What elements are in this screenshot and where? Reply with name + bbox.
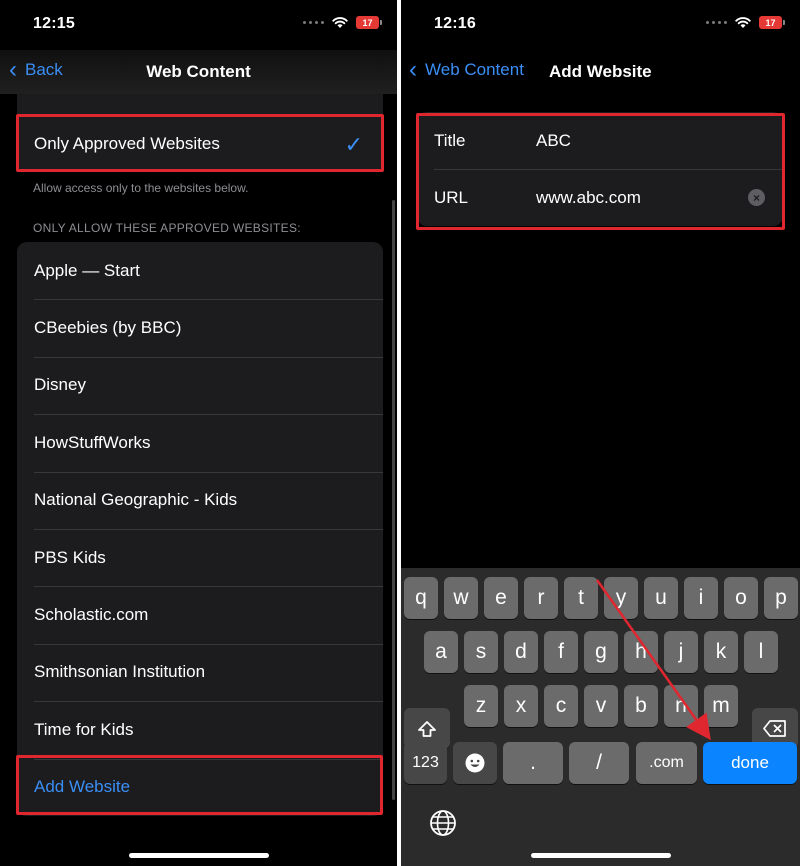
key-q[interactable]: q <box>404 577 438 619</box>
battery-icon: 17 <box>356 16 382 29</box>
website-item[interactable]: Scholastic.com <box>17 586 383 643</box>
website-item[interactable]: Disney <box>17 356 383 414</box>
left-screenshot: 12:15 17 ‹ Back Web Content Only Approve… <box>0 0 397 866</box>
back-label: Web Content <box>425 60 524 79</box>
key-r[interactable]: r <box>524 577 558 619</box>
status-bar: 12:16 17 <box>401 0 800 50</box>
chevron-left-icon: ‹ <box>409 56 417 83</box>
key-h[interactable]: h <box>624 631 658 673</box>
highlight-box <box>16 755 383 815</box>
page-title: Web Content <box>146 62 251 81</box>
key-e[interactable]: e <box>484 577 518 619</box>
back-button[interactable]: ‹ Web Content <box>409 56 524 83</box>
website-label: PBS Kids <box>34 547 106 567</box>
key-d[interactable]: d <box>504 631 538 673</box>
key-w[interactable]: w <box>444 577 478 619</box>
wifi-icon <box>735 16 751 28</box>
key-x[interactable]: x <box>504 685 538 727</box>
status-time: 12:15 <box>33 15 75 32</box>
website-label: National Geographic - Kids <box>34 490 238 510</box>
dot-key[interactable]: . <box>503 742 563 784</box>
key-s[interactable]: s <box>464 631 498 673</box>
slash-key[interactable]: / <box>569 742 629 784</box>
home-indicator <box>128 853 269 858</box>
key-f[interactable]: f <box>544 631 578 673</box>
key-c[interactable]: c <box>544 685 578 727</box>
battery-icon: 17 <box>759 16 785 29</box>
website-item[interactable]: HowStuffWorks <box>17 414 383 471</box>
footnote: Allow access only to the websites below. <box>33 181 249 195</box>
key-b[interactable]: b <box>624 685 658 727</box>
home-indicator <box>530 853 671 858</box>
key-p[interactable]: p <box>764 577 798 619</box>
website-label: CBeebies (by BBC) <box>34 318 182 338</box>
key-n[interactable]: n <box>664 685 698 727</box>
website-label: Scholastic.com <box>34 605 149 625</box>
approved-websites-list: Apple — Start CBeebies (by BBC) Disney H… <box>17 242 383 816</box>
highlight-box <box>416 113 785 230</box>
done-key[interactable]: done <box>703 742 797 784</box>
delete-icon <box>763 720 786 737</box>
website-label: Apple — Start <box>34 260 140 280</box>
section-header: ONLY ALLOW THESE APPROVED WEBSITES: <box>33 221 301 235</box>
key-v[interactable]: v <box>584 685 618 727</box>
key-z[interactable]: z <box>464 685 498 727</box>
shift-icon <box>418 720 436 737</box>
website-label: Smithsonian Institution <box>34 662 206 682</box>
key-o[interactable]: o <box>724 577 758 619</box>
website-item[interactable]: Time for Kids <box>17 701 383 758</box>
dotcom-key[interactable]: .com <box>636 742 697 784</box>
scroll-indicator[interactable] <box>392 200 395 800</box>
website-item[interactable]: Smithsonian Institution <box>17 643 383 701</box>
page-title: Add Website <box>549 62 652 81</box>
wifi-icon <box>332 16 348 28</box>
website-label: Disney <box>34 375 86 395</box>
key-a[interactable]: a <box>424 631 458 673</box>
emoji-icon <box>465 753 485 773</box>
keyboard: qwertyuiop asdfghjkl zxcvbnm 123 . / .co… <box>401 568 800 866</box>
highlight-box <box>16 114 384 172</box>
status-bar: 12:15 17 <box>0 0 397 50</box>
navigation-bar: ‹ Back Web Content <box>0 50 397 94</box>
status-time: 12:16 <box>434 15 476 32</box>
numbers-key[interactable]: 123 <box>404 742 447 784</box>
globe-icon[interactable] <box>428 808 458 838</box>
website-item[interactable]: National Geographic - Kids <box>17 471 383 529</box>
key-y[interactable]: y <box>604 577 638 619</box>
website-label: Time for Kids <box>34 719 134 739</box>
cellular-signal-icon <box>303 21 324 24</box>
website-label: HowStuffWorks <box>34 432 151 452</box>
website-item[interactable]: PBS Kids <box>17 528 383 586</box>
key-m[interactable]: m <box>704 685 738 727</box>
emoji-key[interactable] <box>453 742 497 784</box>
key-t[interactable]: t <box>564 577 598 619</box>
website-item[interactable]: CBeebies (by BBC) <box>17 299 383 356</box>
right-screenshot: 12:16 17 ‹ Web Content Add Website Title… <box>401 0 800 866</box>
website-item[interactable]: Apple — Start <box>17 242 383 299</box>
key-l[interactable]: l <box>744 631 778 673</box>
key-j[interactable]: j <box>664 631 698 673</box>
key-i[interactable]: i <box>684 577 718 619</box>
key-k[interactable]: k <box>704 631 738 673</box>
cellular-signal-icon <box>706 21 727 24</box>
key-g[interactable]: g <box>584 631 618 673</box>
key-u[interactable]: u <box>644 577 678 619</box>
navigation-bar: ‹ Web Content Add Website <box>401 50 800 94</box>
